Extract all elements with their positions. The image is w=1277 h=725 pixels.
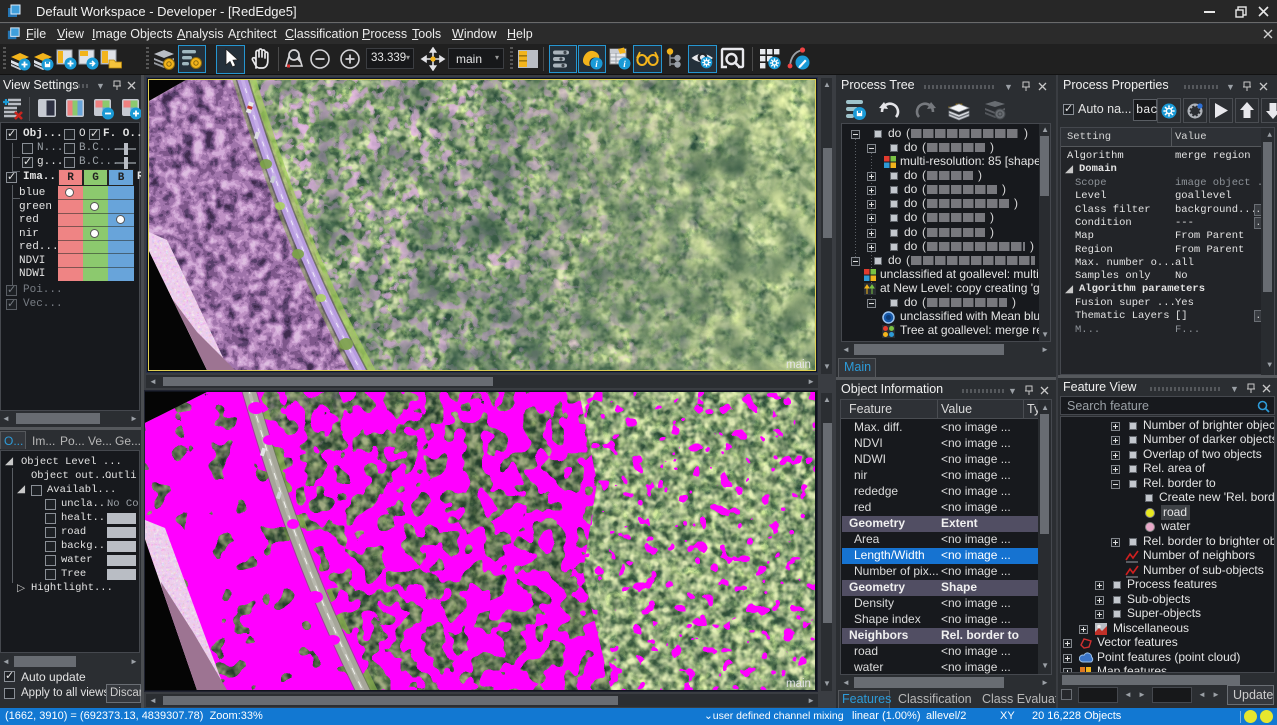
svg-text:main: main [786, 678, 811, 690]
svg-text:main: main [786, 359, 811, 370]
